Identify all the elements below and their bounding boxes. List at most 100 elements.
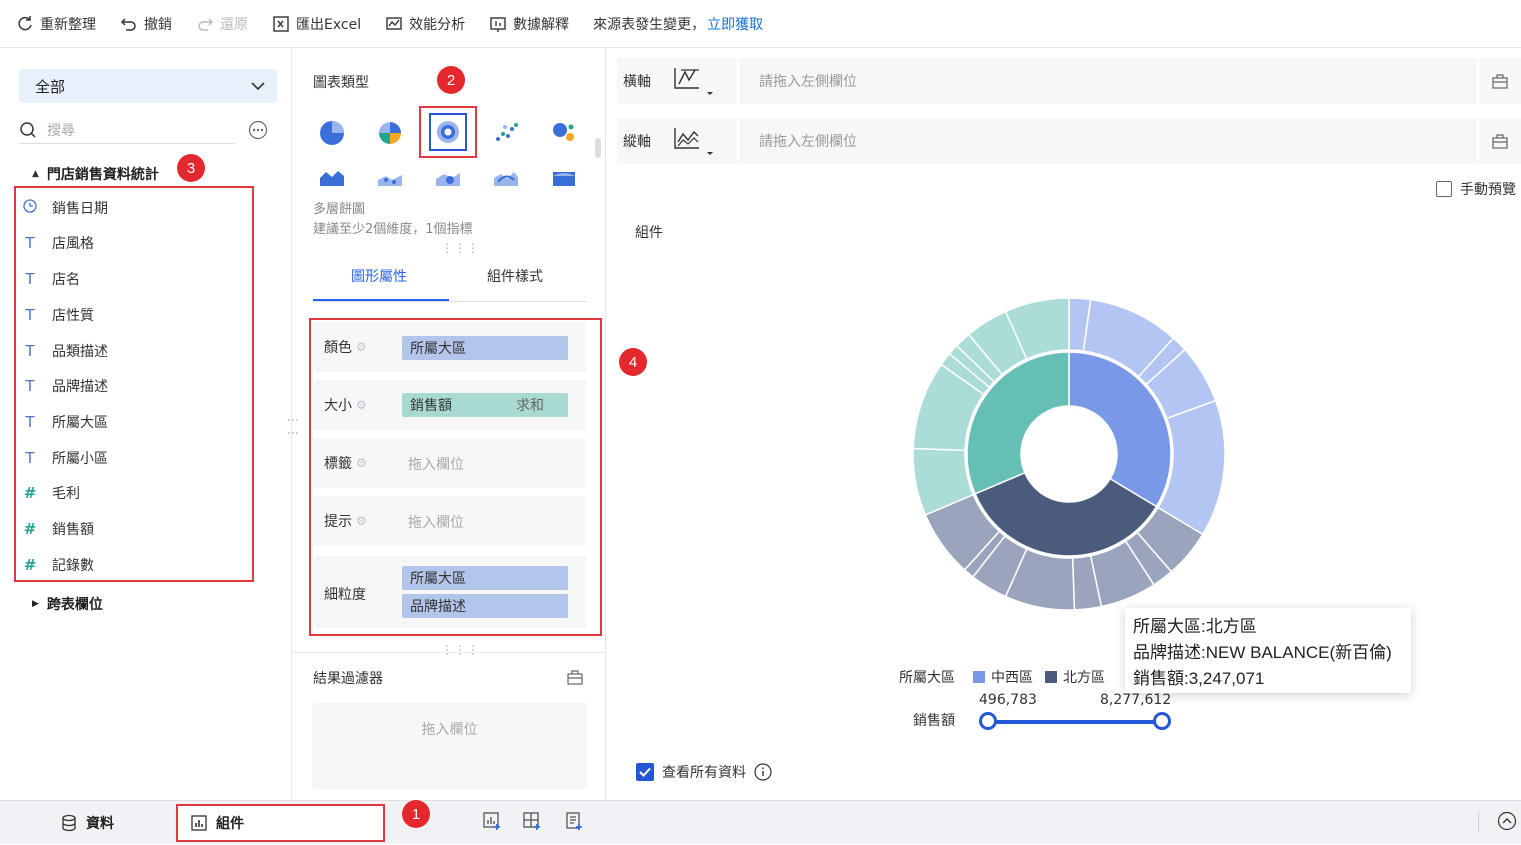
dataset-node[interactable]: ▲ 門店銷售資料統計 bbox=[32, 164, 159, 184]
size-field-name: 銷售額 bbox=[410, 398, 452, 414]
legend-swatch bbox=[1045, 671, 1057, 683]
scatter-chart-icon[interactable] bbox=[489, 116, 523, 150]
color-field-pill[interactable]: 所屬大區 bbox=[402, 336, 568, 360]
field-item[interactable]: T 所屬大區 bbox=[22, 412, 108, 432]
export-label: 匯出Excel bbox=[296, 16, 362, 33]
field-label: 所屬大區 bbox=[52, 415, 108, 431]
y-axis-row: 縱軸 請拖入左側欄位 bbox=[617, 118, 1521, 164]
point-map-icon[interactable] bbox=[373, 168, 407, 186]
redo-button[interactable]: 還原 bbox=[196, 14, 248, 34]
info-icon[interactable] bbox=[754, 763, 772, 781]
component-tab[interactable]: 組件 bbox=[176, 804, 385, 842]
drag-handle-icon[interactable]: ⋮⋮⋮ bbox=[441, 241, 480, 255]
size-range-max: 8,277,612 bbox=[1100, 692, 1172, 708]
tag-property-row: 標籤 ⚙ 拖入欄位 bbox=[314, 438, 586, 488]
granularity-field-pill[interactable]: 所屬大區 bbox=[402, 566, 568, 590]
y-axis-label: 縱軸 bbox=[623, 134, 651, 150]
y-axis-drop-zone[interactable]: 請拖入左側欄位 bbox=[737, 118, 1477, 164]
legend-item[interactable]: 北方區 bbox=[1063, 667, 1105, 687]
rose-chart-icon[interactable] bbox=[373, 116, 407, 150]
multi-layer-pie-chart-icon[interactable] bbox=[419, 106, 477, 158]
x-axis-icon[interactable] bbox=[671, 66, 719, 96]
gear-icon[interactable]: ⚙ bbox=[356, 398, 367, 412]
x-axis-drop-zone[interactable]: 請拖入左側欄位 bbox=[737, 58, 1477, 104]
dataset-select[interactable]: 全部 bbox=[19, 69, 277, 103]
legend-title: 所屬大區 bbox=[899, 670, 955, 686]
field-item[interactable]: # 銷售額 bbox=[22, 519, 94, 539]
field-item[interactable]: T 店名 bbox=[22, 269, 80, 289]
refresh-button[interactable]: 重新整理 bbox=[16, 14, 96, 34]
toolbox-icon[interactable] bbox=[567, 669, 583, 685]
refresh-label: 重新整理 bbox=[40, 16, 96, 33]
map-chart-icon[interactable] bbox=[315, 168, 349, 186]
drag-handle-icon[interactable]: ⋮⋮⋮ bbox=[441, 643, 480, 657]
badge-3: 3 bbox=[177, 154, 205, 182]
add-component-icon[interactable] bbox=[482, 811, 502, 831]
manual-preview-checkbox[interactable]: 手動預覽 bbox=[1436, 179, 1516, 199]
more-options-icon[interactable] bbox=[248, 120, 268, 144]
tooltip-drop-zone[interactable]: 拖入欄位 bbox=[408, 512, 464, 532]
chart-grid-scrollbar[interactable] bbox=[595, 138, 601, 158]
multi-layer-pie-chart[interactable] bbox=[913, 298, 1225, 610]
flow-map-icon[interactable] bbox=[489, 168, 523, 186]
performance-icon bbox=[386, 16, 402, 30]
performance-button[interactable]: 效能分析 bbox=[385, 14, 465, 34]
bubble-chart-icon[interactable] bbox=[547, 116, 581, 150]
tab-shape-properties[interactable]: 圖形屬性 bbox=[351, 266, 407, 286]
undo-button[interactable]: 撤銷 bbox=[120, 14, 172, 34]
area-map-icon[interactable] bbox=[547, 168, 581, 186]
range-min-handle[interactable] bbox=[979, 712, 997, 730]
tooltip-line: 所屬大區:北方區 bbox=[1133, 617, 1257, 636]
divider bbox=[1478, 813, 1479, 833]
refresh-icon bbox=[18, 15, 32, 30]
bottom-tab-bar: 資料 組件 1 bbox=[0, 800, 1521, 844]
size-property-row: 大小 ⚙ 銷售額 求和 bbox=[314, 380, 586, 430]
field-item[interactable]: T 品類描述 bbox=[22, 341, 108, 361]
add-story-icon[interactable] bbox=[564, 811, 584, 831]
explain-button[interactable]: 數據解釋 bbox=[489, 14, 569, 34]
field-item[interactable]: # 記錄數 bbox=[22, 555, 94, 575]
granularity-field-pill[interactable]: 品牌描述 bbox=[402, 594, 568, 618]
data-tab[interactable]: 資料 bbox=[60, 801, 114, 845]
y-axis-toolbox-icon[interactable] bbox=[1477, 118, 1521, 164]
tooltip-label: 提示 ⚙ bbox=[324, 511, 367, 531]
field-item[interactable]: T 店風格 bbox=[22, 233, 94, 253]
field-item[interactable]: 銷售日期 bbox=[22, 198, 108, 218]
color-label: 顏色 ⚙ bbox=[324, 337, 367, 357]
x-axis-toolbox-icon[interactable] bbox=[1477, 58, 1521, 104]
field-item[interactable]: T 所屬小區 bbox=[22, 448, 108, 468]
pie-chart-icon[interactable] bbox=[315, 116, 349, 150]
legend-swatch bbox=[973, 671, 985, 683]
size-field-pill[interactable]: 銷售額 求和 bbox=[402, 393, 568, 417]
tag-drop-zone[interactable]: 拖入欄位 bbox=[408, 454, 464, 474]
gear-icon[interactable]: ⚙ bbox=[356, 340, 367, 354]
legend-item[interactable]: 中西區 bbox=[991, 667, 1033, 687]
tag-label-text: 標籤 bbox=[324, 456, 352, 472]
fetch-now-link[interactable]: 立即獲取 bbox=[707, 14, 763, 34]
tab-component-style[interactable]: 組件樣式 bbox=[487, 266, 543, 286]
add-dashboard-icon[interactable] bbox=[522, 811, 542, 831]
aggregation-label[interactable]: 求和 bbox=[516, 395, 544, 415]
field-item[interactable]: T 店性質 bbox=[22, 305, 94, 325]
size-label: 大小 ⚙ bbox=[324, 395, 367, 415]
view-all-data-checkbox[interactable]: 查看所有資料 bbox=[636, 762, 772, 782]
search-input[interactable]: 搜尋 bbox=[19, 116, 235, 144]
export-excel-button[interactable]: 匯出Excel bbox=[272, 14, 361, 34]
field-item[interactable]: T 品牌描述 bbox=[22, 376, 108, 396]
gear-icon[interactable]: ⚙ bbox=[356, 514, 367, 528]
text-icon: T bbox=[25, 234, 35, 252]
range-max-handle[interactable] bbox=[1153, 712, 1171, 730]
property-box: 顏色 ⚙ 所屬大區 大小 ⚙ 銷售額 求和 標籤 ⚙ 拖入欄位 提示 ⚙ 拖入欄位 細粒… bbox=[309, 318, 602, 636]
heat-map-icon[interactable] bbox=[431, 168, 465, 186]
size-range-track bbox=[987, 720, 1161, 724]
field-item[interactable]: # 毛利 bbox=[22, 483, 80, 503]
cross-table-node[interactable]: ▶ 跨表欄位 bbox=[32, 594, 103, 614]
badge-2: 2 bbox=[437, 66, 465, 94]
y-axis-icon[interactable] bbox=[671, 126, 719, 156]
filter-drop-zone[interactable]: 拖入欄位 bbox=[312, 703, 587, 789]
granularity-label: 細粒度 bbox=[324, 587, 366, 603]
notice-text: 來源表發生變更， bbox=[593, 16, 706, 33]
field-label: 店性質 bbox=[52, 308, 94, 324]
collapse-up-icon[interactable] bbox=[1497, 811, 1517, 831]
gear-icon[interactable]: ⚙ bbox=[356, 456, 367, 470]
